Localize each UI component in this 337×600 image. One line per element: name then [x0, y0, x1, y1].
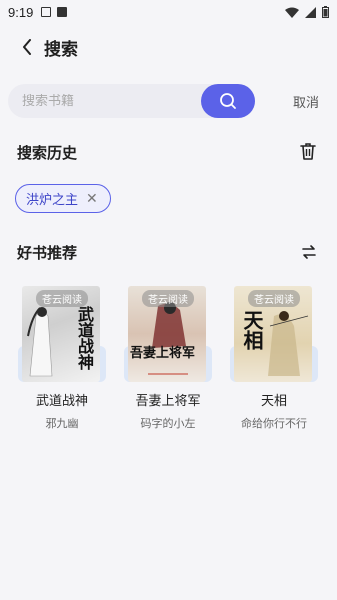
book-card[interactable]: 吾妻上将军 苍云阅读 吾妻上将军 码字的小左: [118, 282, 218, 431]
book-cover: 武道战神 苍云阅读: [12, 282, 112, 382]
search-input[interactable]: [8, 93, 198, 109]
search-button[interactable]: [201, 84, 255, 118]
book-author: 码字的小左: [140, 417, 196, 430]
page-header: 搜索: [0, 30, 337, 64]
search-history-title: 搜索历史: [17, 144, 78, 162]
close-icon[interactable]: ✕: [86, 192, 98, 206]
book-author: 邪九幽: [45, 417, 79, 430]
cover-title-art: 武道战神: [75, 306, 94, 370]
book-author: 命给你行不行: [241, 417, 307, 430]
notification-icons: [41, 7, 68, 17]
signal-icon: [305, 6, 316, 18]
cover-tag: 苍云阅读: [36, 290, 88, 307]
wifi-icon: [285, 7, 299, 18]
book-title: 天相: [260, 394, 287, 409]
back-button[interactable]: [16, 36, 38, 58]
trash-icon[interactable]: [300, 142, 316, 160]
cancel-button[interactable]: 取消: [293, 92, 319, 111]
refresh-icon[interactable]: [301, 244, 317, 260]
book-cover: 天相 苍云阅读: [224, 282, 324, 382]
book-title: 武道战神: [35, 394, 88, 409]
status-time: 9:19: [8, 4, 34, 20]
cover-tag: 苍云阅读: [142, 290, 194, 307]
search-icon: [220, 93, 236, 109]
book-title: 吾妻上将军: [135, 394, 201, 409]
chevron-left-icon: [23, 39, 31, 55]
gallery-notification-icon: [41, 7, 52, 17]
system-icons: [285, 6, 329, 18]
book-cover: 吾妻上将军 苍云阅读: [118, 282, 218, 382]
page-title: 搜索: [44, 39, 78, 60]
history-chip-label: 洪炉之主: [26, 193, 79, 208]
book-card[interactable]: 天相 苍云阅读 天相 命给你行不行: [224, 282, 324, 431]
recommend-title: 好书推荐: [17, 244, 78, 262]
status-bar: 9:19: [0, 0, 337, 24]
book-card[interactable]: 武道战神 苍云阅读 武道战神 邪九幽: [12, 282, 112, 431]
battery-icon: [322, 6, 329, 18]
history-chip[interactable]: 洪炉之主 ✕: [15, 184, 111, 213]
cover-title-art: 吾妻上将军: [130, 346, 196, 361]
search-row: 取消: [8, 84, 329, 118]
cover-title-art: 天相: [240, 310, 264, 350]
app-notification-icon: [57, 7, 68, 17]
cover-tag: 苍云阅读: [248, 290, 300, 307]
search-box: [8, 84, 255, 118]
